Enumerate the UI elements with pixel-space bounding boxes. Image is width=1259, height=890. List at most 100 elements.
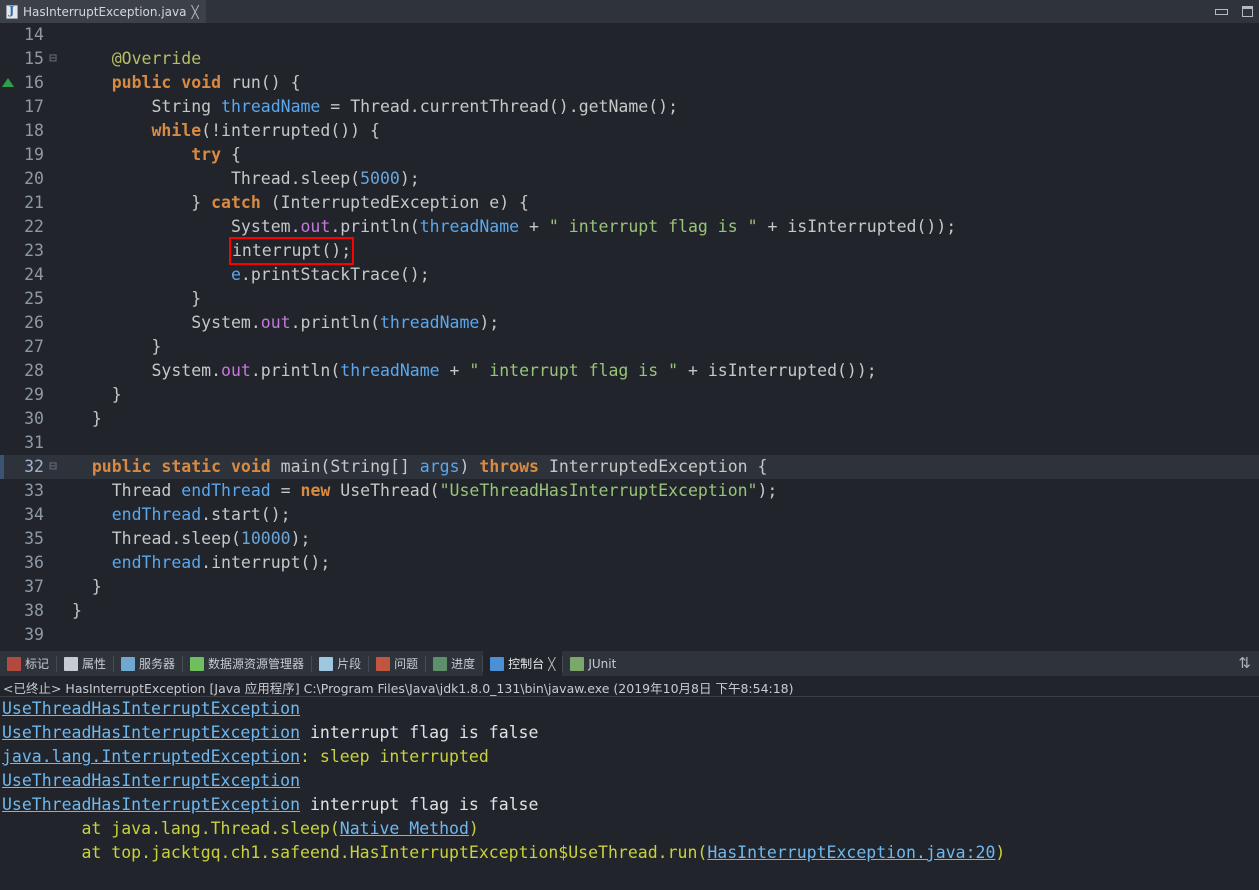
code-line[interactable]: 19 try {: [0, 143, 1259, 167]
code-token: System: [191, 313, 251, 332]
console-link[interactable]: UseThreadHasInterruptException: [2, 795, 300, 814]
fold-collapse-icon[interactable]: ⊟: [46, 47, 60, 71]
view-tab-datasource[interactable]: 数据源资源管理器: [183, 651, 311, 676]
code-token: e: [479, 193, 500, 212]
view-tab-progress[interactable]: 进度: [426, 651, 482, 676]
close-icon[interactable]: ╳: [191, 6, 198, 18]
code-token: ());: [837, 361, 877, 380]
code-text: String threadName = Thread.currentThread…: [60, 95, 678, 119]
code-line[interactable]: 36 endThread.interrupt();: [0, 551, 1259, 575]
console-link[interactable]: HasInterruptException.java:20: [707, 843, 995, 862]
code-token: InterruptedException: [280, 193, 480, 212]
code-text: e.printStackTrace();: [60, 263, 430, 287]
code-token: out: [260, 313, 291, 332]
code-line[interactable]: 28 System.out.println(threadName + " int…: [0, 359, 1259, 383]
code-line[interactable]: 14: [0, 23, 1259, 47]
code-line[interactable]: 33 Thread endThread = new UseThread("Use…: [0, 479, 1259, 503]
java-file-icon: [6, 4, 18, 19]
code-line[interactable]: 20 Thread.sleep(5000);: [0, 167, 1259, 191]
view-tab-problems[interactable]: 问题: [369, 651, 425, 676]
view-tab-label: 片段: [337, 657, 362, 671]
code-token: }: [72, 385, 122, 404]
code-token: " interrupt flag is ": [548, 217, 758, 236]
code-line[interactable]: 24 e.printStackTrace();: [0, 263, 1259, 287]
console-text: at top.jacktgq.ch1.safeend.HasInterruptE…: [2, 843, 708, 862]
code-token: interrupted: [221, 121, 331, 140]
code-line[interactable]: 31: [0, 431, 1259, 455]
code-token: );: [290, 529, 311, 548]
view-tab-properties[interactable]: 属性: [57, 651, 113, 676]
editor-tab-hasinterruptexception[interactable]: HasInterruptException.java ╳: [0, 0, 206, 23]
code-token: main: [280, 457, 321, 476]
code-token: }: [72, 409, 102, 428]
code-line[interactable]: 39: [0, 623, 1259, 647]
code-text: }: [60, 599, 82, 623]
maximize-icon[interactable]: [1242, 6, 1253, 17]
code-token: +: [678, 361, 708, 380]
code-line[interactable]: 37 }: [0, 575, 1259, 599]
view-tab-marker[interactable]: 标记: [0, 651, 56, 676]
console-output[interactable]: UseThreadHasInterruptException UseThreadH…: [0, 697, 1259, 890]
code-token: endThread: [111, 553, 202, 572]
code-token: UseThread: [340, 481, 430, 500]
view-tab-servers[interactable]: 服务器: [114, 651, 182, 676]
code-text: try {: [60, 143, 241, 167]
code-line[interactable]: 27 }: [0, 335, 1259, 359]
view-tab-label: 属性: [82, 657, 107, 671]
view-tab-junit[interactable]: JUnit: [563, 651, 623, 676]
line-number: 21: [24, 193, 44, 212]
line-number: 18: [24, 121, 44, 140]
code-editor[interactable]: 14 15 ⊟ @Override 16 public void run() {17 …: [0, 23, 1259, 651]
console-link[interactable]: UseThreadHasInterruptException: [2, 771, 300, 790]
code-token: (: [350, 169, 361, 188]
line-number: 27: [24, 337, 44, 356]
code-token: threadName: [221, 97, 321, 116]
console-link[interactable]: UseThreadHasInterruptException: [2, 723, 300, 742]
console-link[interactable]: Native Method: [340, 819, 469, 838]
code-line[interactable]: 21 } catch (InterruptedException e) {: [0, 191, 1259, 215]
minimize-icon[interactable]: [1215, 8, 1228, 15]
code-line[interactable]: 30 }: [0, 407, 1259, 431]
servers-icon: [121, 656, 136, 671]
code-text: @Override: [60, 47, 201, 71]
code-line[interactable]: 26 System.out.println(threadName);: [0, 311, 1259, 335]
console-link[interactable]: UseThreadHasInterruptException: [2, 699, 300, 718]
code-line[interactable]: 18 while(!interrupted()) {: [0, 119, 1259, 143]
code-token: );: [757, 481, 778, 500]
code-token: threadName: [380, 313, 480, 332]
code-line[interactable]: 25 }: [0, 287, 1259, 311]
restore-view-icon[interactable]: ⇅: [1238, 654, 1251, 672]
code-line[interactable]: 16 public void run() {: [0, 71, 1259, 95]
code-line[interactable]: 15 ⊟ @Override: [0, 47, 1259, 71]
code-line[interactable]: 35 Thread.sleep(10000);: [0, 527, 1259, 551]
code-line[interactable]: 34 endThread.start();: [0, 503, 1259, 527]
close-icon[interactable]: ╳: [548, 658, 555, 670]
code-line[interactable]: 38}: [0, 599, 1259, 623]
code-line[interactable]: 29 }: [0, 383, 1259, 407]
code-line[interactable]: 22 System.out.println(threadName + " int…: [0, 215, 1259, 239]
datasource-icon: [190, 656, 205, 671]
fold-collapse-icon[interactable]: ⊟: [46, 455, 60, 479]
view-tab-label: 标记: [25, 657, 50, 671]
code-token: ());: [916, 217, 957, 236]
code-line[interactable]: 23 interrupt();: [0, 237, 1259, 265]
code-text: }: [60, 287, 201, 311]
console-link[interactable]: java.lang.InterruptedException: [2, 747, 300, 766]
window-controls: [1215, 0, 1253, 23]
code-token: .: [250, 361, 261, 380]
console-line: UseThreadHasInterruptException: [2, 769, 1259, 793]
view-tab-console[interactable]: 控制台 ╳: [483, 651, 563, 676]
code-token: threadName: [419, 217, 520, 236]
view-tab-snippets[interactable]: 片段: [312, 651, 368, 676]
code-line[interactable]: 32 ⊟ public static void main(String[] arg…: [0, 455, 1259, 479]
line-number: 17: [24, 97, 44, 116]
code-token: "UseThreadHasInterruptException": [439, 481, 758, 500]
code-token: .: [290, 169, 301, 188]
code-line[interactable]: 17 String threadName = Thread.currentThr…: [0, 95, 1259, 119]
